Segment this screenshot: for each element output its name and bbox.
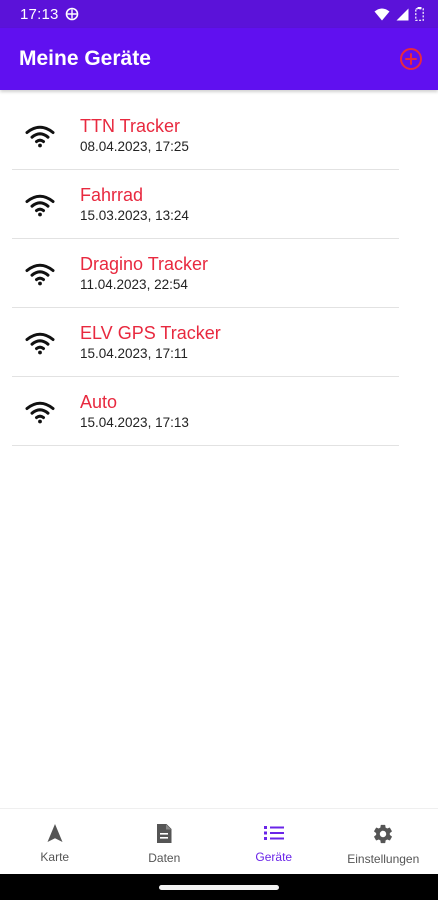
device-name: Auto [80,392,118,412]
device-name: Fahrrad [80,185,144,205]
document-icon [157,824,172,843]
device-last-seen: 11.04.2023, 22:54 [80,277,188,292]
status-bar: 17:13 [0,0,438,28]
nav-label: Geräte [255,850,293,864]
app-bar: Meine Geräte [0,28,438,90]
device-last-seen: 15.03.2023, 13:24 [80,208,189,223]
device-text: Auto 15.04.2023, 17:13 [80,391,189,432]
status-time: 17:13 [20,5,59,23]
wifi-icon [24,400,56,424]
nav-item-karte[interactable]: Karte [0,809,110,875]
device-text: TTN Tracker 08.04.2023, 17:25 [80,115,189,156]
battery-icon [415,7,424,21]
device-name: TTN Tracker [80,116,181,136]
device-last-seen: 15.04.2023, 17:13 [80,415,189,430]
system-navigation-bar [0,874,438,900]
wifi-icon [374,8,390,21]
signal-icon [396,8,409,21]
device-name: ELV GPS Tracker [80,323,221,343]
device-last-seen: 15.04.2023, 17:11 [80,346,188,361]
status-right [374,7,424,21]
sync-icon [65,7,79,21]
add-circle-icon [400,48,422,70]
gear-icon [374,824,393,844]
status-left: 17:13 [20,6,79,23]
nav-label: Einstellungen [347,852,420,866]
bottom-navigation: Karte Daten Geräte Einstellungen [0,808,438,875]
page-title: Meine Geräte [19,47,151,70]
device-item-dragino-tracker[interactable]: Dragino Tracker 11.04.2023, 22:54 [12,240,399,308]
wifi-icon [24,193,56,217]
nav-item-daten[interactable]: Daten [110,809,220,875]
wifi-icon [24,124,56,148]
device-item-fahrrad[interactable]: Fahrrad 15.03.2023, 13:24 [12,171,399,239]
nav-label: Daten [148,851,181,865]
device-text: Fahrrad 15.03.2023, 13:24 [80,184,189,225]
wifi-icon [24,262,56,286]
app-screen: 17:13 Meine Geräte TTN Tracker 08.04.202… [0,0,438,900]
wifi-icon [24,331,56,355]
add-device-button[interactable] [398,46,424,72]
nav-item-einstellungen[interactable]: Einstellungen [329,809,438,875]
device-name: Dragino Tracker [80,254,209,274]
device-last-seen: 08.04.2023, 17:25 [80,139,189,154]
home-indicator[interactable] [159,885,279,890]
device-text: ELV GPS Tracker 15.04.2023, 17:11 [80,322,221,363]
device-text: Dragino Tracker 11.04.2023, 22:54 [80,253,208,294]
device-item-auto[interactable]: Auto 15.04.2023, 17:13 [12,378,399,446]
navigation-arrow-icon [47,824,63,842]
list-icon [263,826,284,840]
device-item-elv-gps-tracker[interactable]: ELV GPS Tracker 15.04.2023, 17:11 [12,309,399,377]
device-list: TTN Tracker 08.04.2023, 17:25 Fahrrad 15… [12,102,399,446]
nav-label: Karte [40,850,70,864]
device-item-ttn-tracker[interactable]: TTN Tracker 08.04.2023, 17:25 [12,102,399,170]
nav-item-geraete[interactable]: Geräte [219,809,329,875]
